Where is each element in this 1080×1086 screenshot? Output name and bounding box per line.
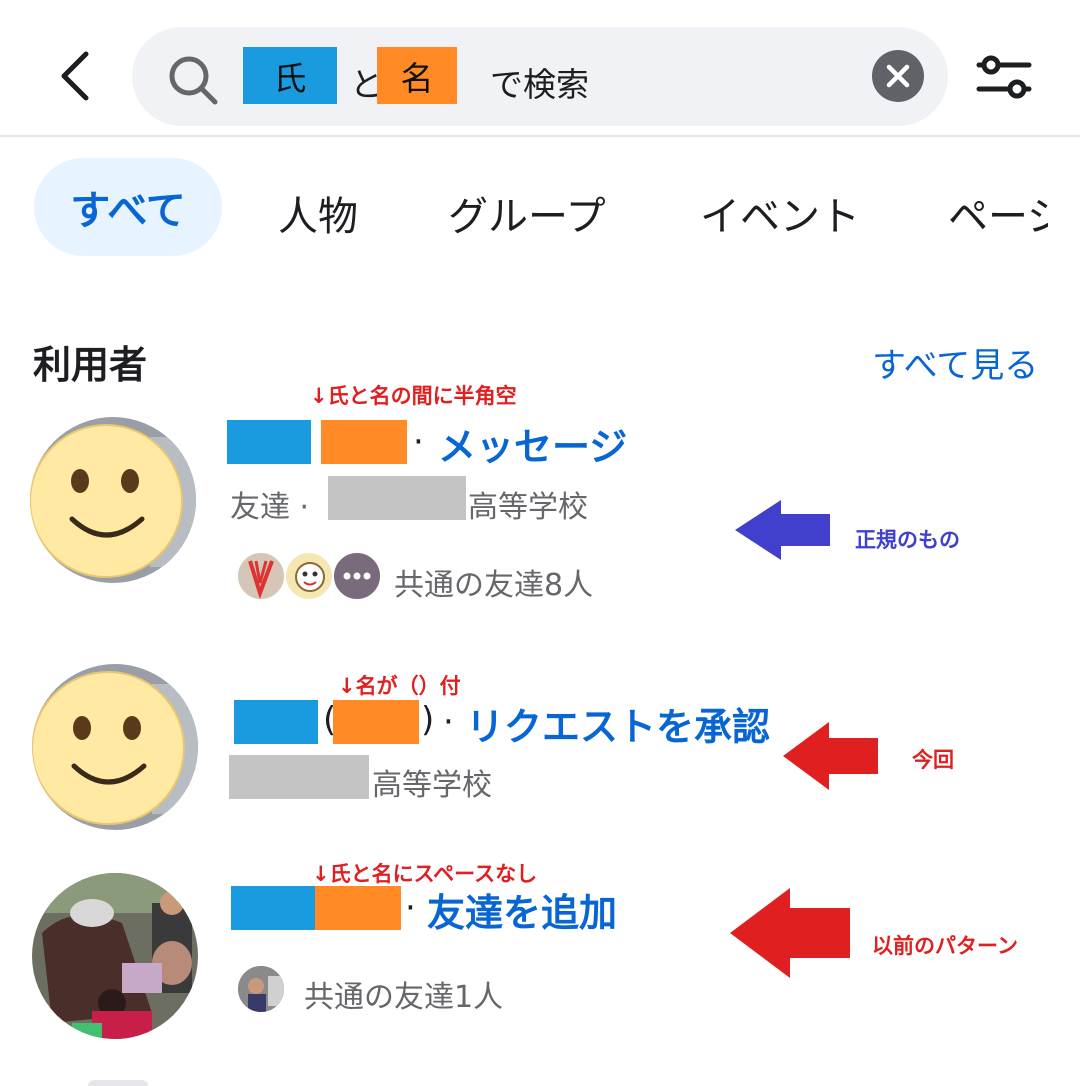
clear-search-button[interactable]	[872, 50, 924, 102]
mutual-friends-count: 共通の友達1人	[304, 980, 504, 1015]
annotation-note: ↓名が（）付	[338, 674, 461, 698]
tab-all[interactable]: すべて	[34, 158, 222, 256]
search-icon	[165, 52, 221, 108]
search-surname-highlight: 氏	[243, 47, 337, 104]
back-button[interactable]	[56, 48, 96, 104]
tab-events[interactable]: イベント	[700, 184, 860, 242]
arrow-label: 今回	[912, 748, 954, 772]
mutual-avatar	[284, 551, 334, 601]
search-suffix: で検索	[490, 65, 589, 104]
redacted-school	[328, 476, 466, 520]
arrow-label: 正規のもの	[855, 528, 960, 552]
sliders-icon	[976, 55, 1032, 99]
avatar	[88, 1080, 148, 1086]
redacted-surname	[234, 700, 318, 744]
separator-dot: ·	[413, 422, 424, 462]
close-paren: )	[421, 700, 435, 740]
see-all-link[interactable]: すべて見る	[872, 338, 1038, 387]
arrow-left-icon	[783, 722, 878, 790]
avatar[interactable]	[32, 873, 198, 1039]
filter-button[interactable]	[975, 54, 1033, 100]
avatar[interactable]	[30, 417, 196, 583]
redacted-surname	[227, 420, 311, 464]
school-suffix: 高等学校	[468, 490, 588, 525]
arrow-left-icon	[730, 888, 850, 978]
header-divider	[0, 135, 1080, 137]
tab-pages[interactable]: ページ	[948, 180, 1048, 240]
mutual-friends-count: 共通の友達8人	[394, 568, 594, 603]
tab-groups[interactable]: グループ	[448, 184, 606, 242]
chevron-left-icon	[61, 51, 89, 101]
separator-dot: ·	[405, 888, 416, 928]
arrow-left-icon	[735, 500, 830, 560]
more-mutual-icon	[332, 551, 382, 601]
mutual-avatar	[236, 964, 286, 1014]
redacted-given-name	[333, 700, 419, 744]
arrow-label: 以前のパターン	[872, 934, 1018, 958]
message-button[interactable]: メッセージ	[438, 416, 627, 471]
mutual-avatar	[236, 551, 286, 601]
add-friend-button[interactable]: 友達を追加	[427, 882, 617, 937]
avatar[interactable]	[32, 664, 198, 830]
redacted-school	[229, 755, 369, 799]
accept-request-button[interactable]: リクエストを承認	[466, 696, 770, 751]
section-title: 利用者	[33, 343, 148, 387]
annotation-note: ↓氏と名の間に半角空	[310, 384, 517, 408]
close-icon	[886, 64, 910, 88]
friend-label: 友達 ·	[230, 490, 310, 525]
redacted-surname	[231, 886, 315, 930]
separator-dot: ·	[443, 702, 454, 742]
tab-pages-label: ページ	[948, 194, 1048, 240]
school-suffix: 高等学校	[372, 768, 492, 803]
search-given-highlight: 名	[377, 47, 457, 104]
redacted-given-name	[315, 886, 401, 930]
tab-people[interactable]: 人物	[278, 184, 358, 242]
redacted-given-name	[321, 420, 407, 464]
